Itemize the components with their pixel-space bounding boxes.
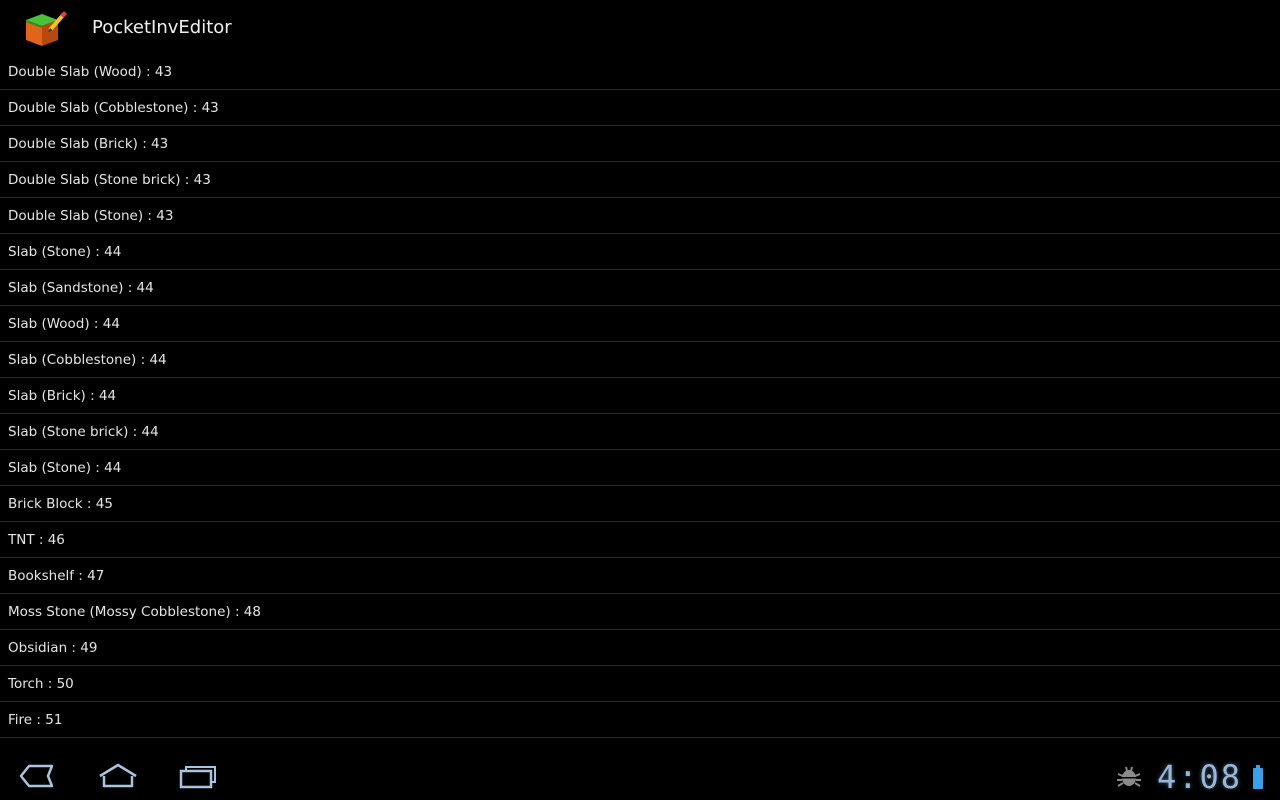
list-item-label: Fire : 51: [8, 711, 63, 728]
list-item[interactable]: Slab (Wood) : 44: [0, 306, 1280, 342]
list-item-label: Slab (Stone) : 44: [8, 459, 122, 476]
app-title: PocketInvEditor: [92, 17, 232, 38]
list-item-label: Double Slab (Stone brick) : 43: [8, 171, 211, 188]
list-item[interactable]: Brick Block : 45: [0, 486, 1280, 522]
list-item-label: Moss Stone (Mossy Cobblestone) : 48: [8, 603, 261, 620]
list-item-label: Slab (Cobblestone) : 44: [8, 351, 167, 368]
list-item-label: TNT : 46: [8, 531, 65, 548]
list-item[interactable]: TNT : 46: [0, 522, 1280, 558]
list-item[interactable]: Slab (Cobblestone) : 44: [0, 342, 1280, 378]
list-item[interactable]: Double Slab (Brick) : 43: [0, 126, 1280, 162]
list-item[interactable]: Bookshelf : 47: [0, 558, 1280, 594]
list-item[interactable]: Moss Stone (Mossy Cobblestone) : 48: [0, 594, 1280, 630]
list-item-label: Slab (Stone brick) : 44: [8, 423, 159, 440]
home-button[interactable]: [94, 760, 142, 792]
action-bar: PocketInvEditor: [0, 0, 1280, 56]
list-item-label: Torch : 50: [8, 675, 74, 692]
home-icon: [99, 763, 137, 788]
list-item[interactable]: Double Slab (Stone) : 43: [0, 198, 1280, 234]
list-item-label: Slab (Stone) : 44: [8, 243, 122, 260]
list-item-label: Obsidian : 49: [8, 639, 98, 656]
list-item[interactable]: Torch : 50: [0, 666, 1280, 702]
list-item[interactable]: Double Slab (Stone brick) : 43: [0, 162, 1280, 198]
list-item-label: Double Slab (Brick) : 43: [8, 135, 169, 152]
list-item-label: Slab (Sandstone) : 44: [8, 279, 154, 296]
list-item[interactable]: Slab (Sandstone) : 44: [0, 270, 1280, 306]
list-item[interactable]: Slab (Stone) : 44: [0, 450, 1280, 486]
list-item[interactable]: Obsidian : 49: [0, 630, 1280, 666]
list-item-label: Slab (Wood) : 44: [8, 315, 120, 332]
recent-apps-button[interactable]: [174, 760, 222, 792]
list-item-label: Brick Block : 45: [8, 495, 113, 512]
list-item-label: Double Slab (Cobblestone) : 43: [8, 99, 219, 116]
list-item-label: Double Slab (Stone) : 43: [8, 207, 174, 224]
app-window: PocketInvEditor Double Slab (Wood) : 43 D…: [0, 0, 1280, 800]
list-item[interactable]: Double Slab (Wood) : 43: [0, 54, 1280, 90]
list-item[interactable]: Slab (Stone) : 44: [0, 234, 1280, 270]
back-icon: [19, 764, 54, 788]
list-item-label: Bookshelf : 47: [8, 567, 105, 584]
block-list[interactable]: Double Slab (Wood) : 43 Double Slab (Cobb…: [0, 54, 1280, 738]
recent-apps-icon: [179, 766, 216, 789]
status-area[interactable]: 4:08: [1115, 760, 1264, 794]
clock: 4:08: [1156, 758, 1242, 796]
list-item[interactable]: Slab (Brick) : 44: [0, 378, 1280, 414]
back-button[interactable]: [12, 760, 60, 792]
list-item[interactable]: Fire : 51: [0, 702, 1280, 738]
app-icon: [26, 11, 68, 46]
list-item-label: Slab (Brick) : 44: [8, 387, 117, 404]
system-bar: 4:08: [0, 752, 1280, 800]
usb-debugging-icon: [1116, 766, 1141, 787]
battery-icon: [1253, 765, 1263, 789]
list-item[interactable]: Slab (Stone brick) : 44: [0, 414, 1280, 450]
list-item[interactable]: Double Slab (Cobblestone) : 43: [0, 90, 1280, 126]
list-item-label: Double Slab (Wood) : 43: [8, 63, 173, 80]
